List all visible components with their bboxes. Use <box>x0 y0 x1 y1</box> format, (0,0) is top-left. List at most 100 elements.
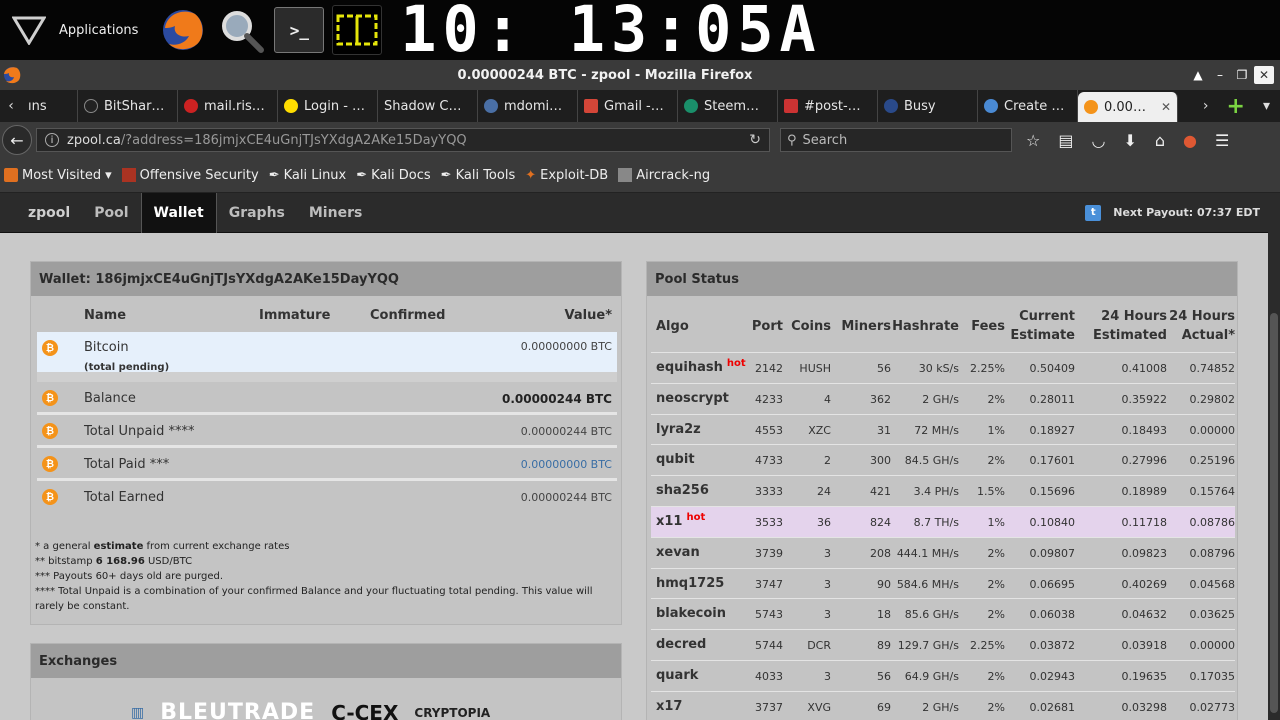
pool-row[interactable]: decred 5744 DCR 89 129.7 GH/s 2.25% 0.03872 0.0… <box>651 629 1235 660</box>
bookmark-kali-linux[interactable]: ✒ Kali Linux <box>269 168 347 183</box>
algo-name[interactable]: qubit <box>656 452 695 467</box>
bookmark-star-icon[interactable]: ☆ <box>1026 131 1040 150</box>
col-hashrate[interactable]: Hashrate <box>892 317 959 336</box>
algo-name[interactable]: hmq1725 <box>656 576 724 591</box>
nav-miners[interactable]: Miners <box>297 193 374 233</box>
bleutrade-logo[interactable]: BLEUTRADE <box>160 700 315 720</box>
maximize-icon[interactable]: ❐ <box>1232 66 1252 84</box>
tab[interactable]: BitShar… <box>78 90 178 122</box>
col-algo[interactable]: Algo <box>656 317 689 336</box>
pool-row[interactable]: hmq1725 3747 3 90 584.6 MH/s 2% 0.06695 0.40269… <box>651 567 1235 599</box>
applications-menu[interactable]: Applications <box>59 23 138 38</box>
algo-name[interactable]: x17 <box>656 699 682 714</box>
algo-name[interactable]: blakecoin <box>656 606 726 621</box>
algo-name[interactable]: x11 hot <box>656 512 705 529</box>
tab[interactable]: Create … <box>978 90 1078 122</box>
nav-brand[interactable]: zpool <box>0 193 82 233</box>
scrollbar-thumb[interactable] <box>1270 313 1278 713</box>
terminal-launcher-icon[interactable]: >_ <box>274 7 325 53</box>
algo-name[interactable]: equihash hot <box>656 358 746 375</box>
tab[interactable]: ıns <box>22 90 78 122</box>
nav-graphs[interactable]: Graphs <box>217 193 297 233</box>
bookmark-kali-tools[interactable]: ✒ Kali Tools <box>441 168 516 183</box>
tab[interactable]: Gmail -… <box>578 90 678 122</box>
tab[interactable]: mail.ris… <box>178 90 278 122</box>
bookmark-exploit-db[interactable]: ✦ Exploit-DB <box>525 168 608 183</box>
tab[interactable]: Shadow C… <box>378 90 478 122</box>
ccex-logo[interactable]: C-CEX <box>331 701 398 720</box>
twitter-icon[interactable]: t <box>1085 204 1102 221</box>
minimize-icon[interactable]: – <box>1210 66 1230 84</box>
col-value: Value* <box>564 308 612 323</box>
home-icon[interactable]: ⌂ <box>1155 131 1165 150</box>
tab[interactable]: Busy <box>878 90 978 122</box>
tab[interactable]: #post-… <box>778 90 878 122</box>
tab[interactable]: mdomi… <box>478 90 578 122</box>
pool-row[interactable]: blakecoin 5743 3 18 85.6 GH/s 2% 0.06038 0.0463… <box>651 598 1235 630</box>
pool-row[interactable]: lyra2z 4553 XZC 31 72 MH/s 1% 0.18927 0.18493 0.… <box>651 413 1235 445</box>
col-coins[interactable]: Coins <box>791 317 831 336</box>
bookmark-offensive-security[interactable]: Offensive Security <box>121 168 259 183</box>
pool-row[interactable]: equihash hot 2142 HUSH 56 30 kS/s 2.25% 0.50409… <box>651 352 1235 383</box>
algo-name[interactable]: decred <box>656 637 706 652</box>
page-scrollbar[interactable] <box>1268 193 1280 720</box>
pool-row[interactable]: neoscrypt 4233 4 362 2 GH/s 2% 0.28011 0.35922 0… <box>651 382 1235 414</box>
col-fees[interactable]: Fees <box>971 317 1005 336</box>
col-24h-estimated[interactable]: 24 Hours Estimated <box>1093 307 1167 345</box>
kali-menu-icon[interactable] <box>12 13 46 47</box>
downloads-icon[interactable]: ⬇ <box>1123 131 1136 150</box>
algo-name[interactable]: neoscrypt <box>656 391 729 406</box>
firefox-launcher-icon[interactable] <box>158 5 208 55</box>
total-paid-link[interactable]: 0.00000000 BTC <box>521 458 612 471</box>
clock-app-icon[interactable] <box>332 5 383 55</box>
pool-row[interactable]: xevan 3739 3 208 444.1 MH/s 2% 0.09807 0.09823 0… <box>651 536 1235 568</box>
cell-miners: 300 <box>870 454 891 468</box>
url-text[interactable]: zpool.ca/?address=186jmjxCE4uGnjTJsYXdgA… <box>67 133 749 148</box>
algo-name[interactable]: lyra2z <box>656 422 701 437</box>
cell-est24: 0.41008 <box>1121 362 1168 375</box>
new-tab-icon[interactable]: + <box>1227 94 1245 119</box>
bitcoin-favicon-icon <box>1084 100 1098 114</box>
reload-icon[interactable]: ↻ <box>749 132 761 148</box>
col-24h-actual[interactable]: 24 Hours Actual* <box>1169 307 1235 345</box>
pool-row[interactable]: quark 4033 3 56 64.9 GH/s 2% 0.02943 0.19635 0.1… <box>651 659 1235 691</box>
search-input[interactable]: ⚲ Search <box>780 128 1012 152</box>
nav-pool[interactable]: Pool <box>82 193 140 233</box>
back-button[interactable]: ← <box>2 125 32 155</box>
cryptopia-logo[interactable]: CRYPTOPIA <box>414 706 490 720</box>
tabs-list-icon[interactable]: ▾ <box>1263 98 1270 114</box>
algo-name[interactable]: xevan <box>656 545 700 560</box>
pool-row[interactable]: qubit 4733 2 300 84.5 GH/s 2% 0.17601 0.27996 0.… <box>651 444 1235 476</box>
chart-logo-icon[interactable]: ▥ <box>131 705 144 720</box>
window-up-icon[interactable]: ▲ <box>1188 66 1208 84</box>
tab-favicon-icon <box>284 99 298 113</box>
tab[interactable]: Login - … <box>278 90 378 122</box>
bookmark-kali-docs[interactable]: ✒ Kali Docs <box>356 168 430 183</box>
search-launcher-icon[interactable] <box>216 5 266 55</box>
kali-dragon-icon: ✒ <box>356 167 368 183</box>
col-port[interactable]: Port <box>752 317 783 336</box>
site-info-icon[interactable]: i <box>45 133 59 147</box>
tabs-scroll-left-icon[interactable]: ‹ <box>0 90 22 122</box>
duckduckgo-icon[interactable]: ● <box>1183 131 1197 150</box>
nav-wallet[interactable]: Wallet <box>140 193 217 233</box>
url-bar[interactable]: i zpool.ca/?address=186jmjxCE4uGnjTJsYXd… <box>36 128 770 152</box>
bookmark-most-visited[interactable]: Most Visited ▾ <box>4 168 112 183</box>
algo-name[interactable]: quark <box>656 668 698 683</box>
reader-list-icon[interactable]: ▤ <box>1058 131 1073 150</box>
tab-active[interactable]: 0.00… ✕ <box>1078 92 1178 122</box>
tabs-scroll-right-icon[interactable]: › <box>1203 98 1209 114</box>
pool-row[interactable]: x11 hot 3533 36 824 8.7 TH/s 1% 0.10840 0.11718 0… <box>651 505 1235 537</box>
pool-row[interactable]: x17 3737 XVG 69 2 GH/s 2% 0.02681 0.03298 0.0277… <box>651 690 1235 720</box>
tab[interactable]: Steem… <box>678 90 778 122</box>
menu-hamburger-icon[interactable]: ☰ <box>1215 131 1229 150</box>
close-icon[interactable]: ✕ <box>1254 66 1274 84</box>
col-current-estimate[interactable]: Current Estimate <box>1010 307 1075 345</box>
gmail-favicon-icon <box>584 99 598 113</box>
algo-name[interactable]: sha256 <box>656 483 709 498</box>
pool-row[interactable]: sha256 3333 24 421 3.4 PH/s 1.5% 0.15696 0.1898… <box>651 475 1235 506</box>
col-miners[interactable]: Miners <box>841 317 891 336</box>
bookmark-aircrack[interactable]: Aircrack-ng <box>618 168 710 183</box>
pocket-icon[interactable]: ◡ <box>1091 131 1105 150</box>
tab-close-icon[interactable]: ✕ <box>1161 100 1171 114</box>
